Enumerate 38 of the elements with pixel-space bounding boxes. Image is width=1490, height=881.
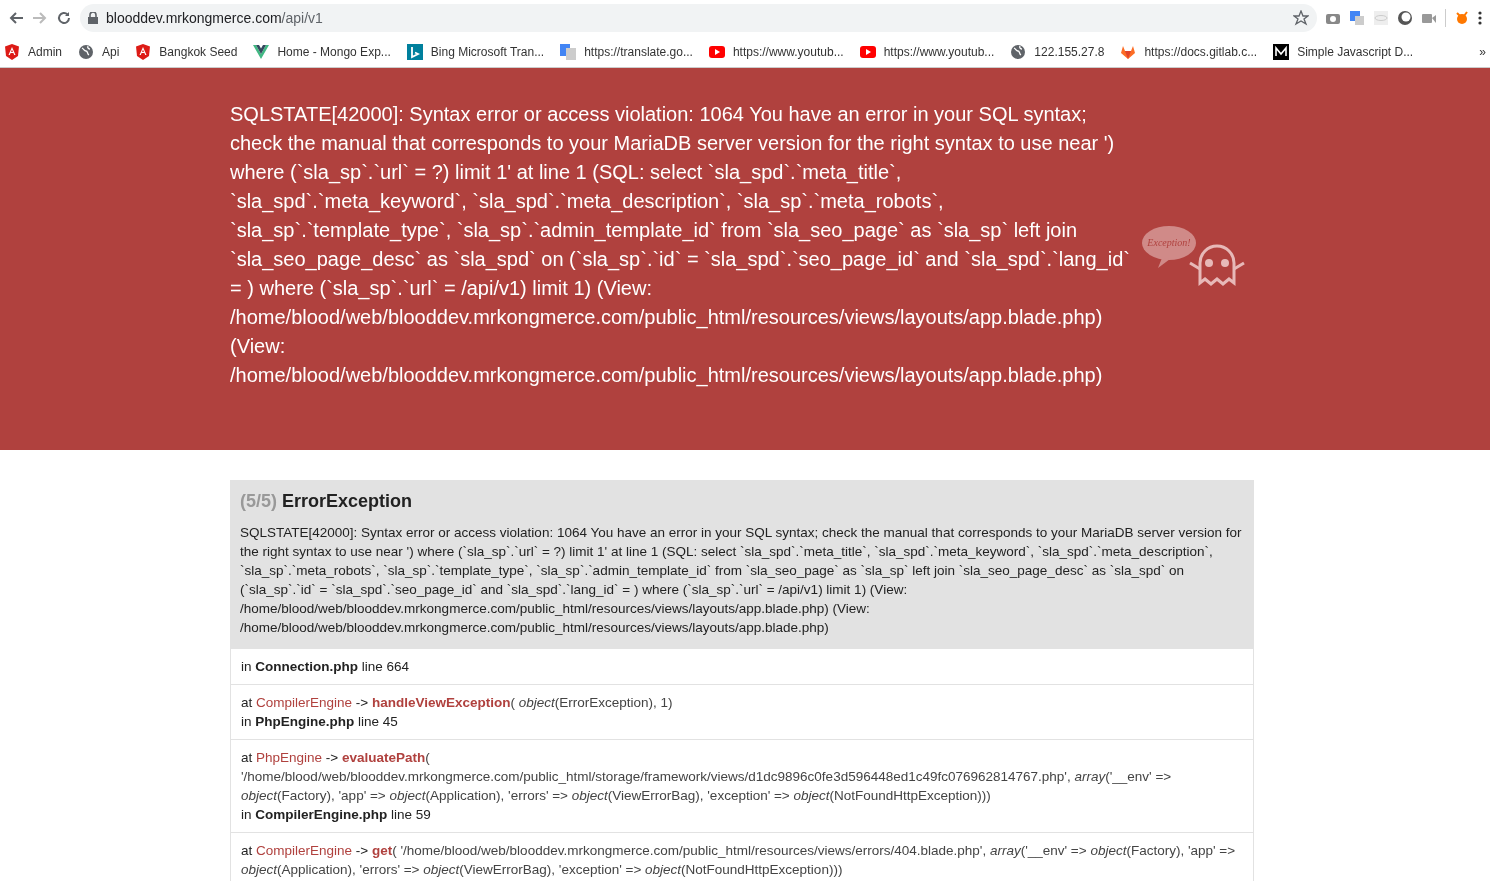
bookmark-link[interactable]: 122.155.27.8 xyxy=(1010,42,1105,61)
bookmark-link[interactable]: https://www.youtub... xyxy=(859,42,995,61)
menu-icon[interactable] xyxy=(1478,10,1482,26)
m-logo-icon xyxy=(1273,43,1290,60)
back-icon[interactable] xyxy=(8,10,24,26)
address-bar[interactable]: blooddev.mrkongmerce.com/api/v1 xyxy=(80,4,1317,32)
bookmark-link[interactable]: Bing Microsoft Tran... xyxy=(406,42,545,61)
reload-icon[interactable] xyxy=(56,10,72,26)
bookmark-link[interactable]: https://www.youtub... xyxy=(708,42,844,61)
more-bookmarks-button[interactable]: » xyxy=(1479,42,1486,61)
file-location: in Connection.php line 664 xyxy=(241,658,411,676)
ghost-mascot-drawing: Exception! xyxy=(1142,225,1254,293)
star-icon[interactable] xyxy=(1293,10,1309,26)
bookmark-link[interactable]: https://translate.go... xyxy=(560,42,693,61)
translate-icon xyxy=(560,43,577,60)
globe-icon xyxy=(78,43,94,60)
forward-icon[interactable] xyxy=(32,10,48,26)
bookmark-link[interactable]: Api xyxy=(78,42,120,61)
bookmark-link[interactable]: Admin xyxy=(4,42,62,61)
bookmark-link[interactable]: Bangkok Seed xyxy=(135,42,238,61)
stack-call: at CompilerEngine -> handleViewException( object(ErrorException), 1) xyxy=(241,694,674,712)
error-message: SQLSTATE[42000]: Syntax error or access violation: 1064 You have an error in your SQL syntax; check the manual that corresponds to your MariaDB server version for the right syntax to use near ') where (`sla_sp`.`url` = ?) limit 1' at line 1 (SQL: select `sla_spd`.`meta_title`, `sla_spd`.`meta_keyword`, `sla_spd`.`meta_description`, `sla_sp`.`meta_robots`, `sla_sp`.`template_type`, `sla_sp`.`admin_template_id` from `sla_seo_page` as `sla_sp` left join `sla_seo_page_desc` as `sla_spd` on (`sla_sp`.`id` = `sla_spd`.`seo_page_id` and `sla_spd`.`lang_id` = ) where (`sla_sp`.`url` = /api/v1) limit 1) (View: /home/blood/web/blooddev.mrkongmerce.com/public_html/resources/views/layouts/app.blade.php) (View: /home/blood/web/blooddev.mrkongmerce.com/public_html/resources/views/layouts/app.blade.php) xyxy=(230,102,1130,389)
globe-icon xyxy=(1010,43,1027,60)
translate-icon[interactable] xyxy=(1349,10,1365,26)
file-location: in CompilerEngine.php line 59 xyxy=(241,806,432,824)
bookmark-link[interactable]: https://docs.gitlab.c... xyxy=(1120,42,1258,61)
b-logo-icon xyxy=(406,43,423,60)
play-icon xyxy=(708,43,725,60)
bookmark-link[interactable]: Simple Javascript D... xyxy=(1273,42,1414,61)
file-location: in PhpEngine.php line 45 xyxy=(241,713,399,731)
play-icon xyxy=(859,43,876,60)
lock-icon xyxy=(88,12,98,24)
v-logo-icon xyxy=(253,43,270,60)
stack-call: at CompilerEngine -> get( '/home/blood/web/blooddev.mrkongmerce.com/public_html/resources/views/errors/404.blade.php', array('__env' => object(Factory), 'app' => object(Application), 'errors' => object(ViewErrorBag), 'exception' => object(NotFoundHttpException))) xyxy=(241,842,1237,879)
stack-call: at PhpEngine -> evaluatePath( '/home/blood/web/blooddev.mrkongmerce.com/public_html/storage/framework/views/d1dc9896c0fe3d596448ed1c49fc076962814767.php', array('__env' => object(Factory), 'app' => object(Application), 'errors' => object(ViewErrorBag), 'exception' => object(NotFoundHttpException))) xyxy=(241,749,1173,805)
exception-title: (5/5) ErrorException xyxy=(240,490,414,513)
exception-message: SQLSTATE[42000]: Syntax error or access violation: 1064 You have an error in your SQL syntax; check the manual that corresponds to your MariaDB server version for the right syntax to use near ') where (`sla_sp`.`url` = ?) limit 1' at line 1 (SQL: select `sla_spd`.`meta_title`, `sla_spd`.`meta_keyword`, `sla_spd`.`meta_description`, `sla_sp`.`meta_robots`, `sla_sp`.`template_type`, `sla_sp`.`admin_template_id` from `sla_seo_page` as `sla_sp` left join `sla_seo_page_desc` as `sla_spd` on (`sla_sp`.`id` = `sla_spd`.`seo_page_id` and `sla_spd`.`lang_id` = ) where (`sla_sp`.`url` = /api/v1) limit 1) (View: /home/blood/web/blooddev.mrkongmerce.com/public_html/resources/views/layouts/app.blade.php) (View: /home/blood/web/blooddev.mrkongmerce.com/public_html/resources/views/layouts/app.blade.php) xyxy=(240,524,1243,637)
bookmark-link[interactable]: Home - Mongo Exp... xyxy=(253,42,391,61)
